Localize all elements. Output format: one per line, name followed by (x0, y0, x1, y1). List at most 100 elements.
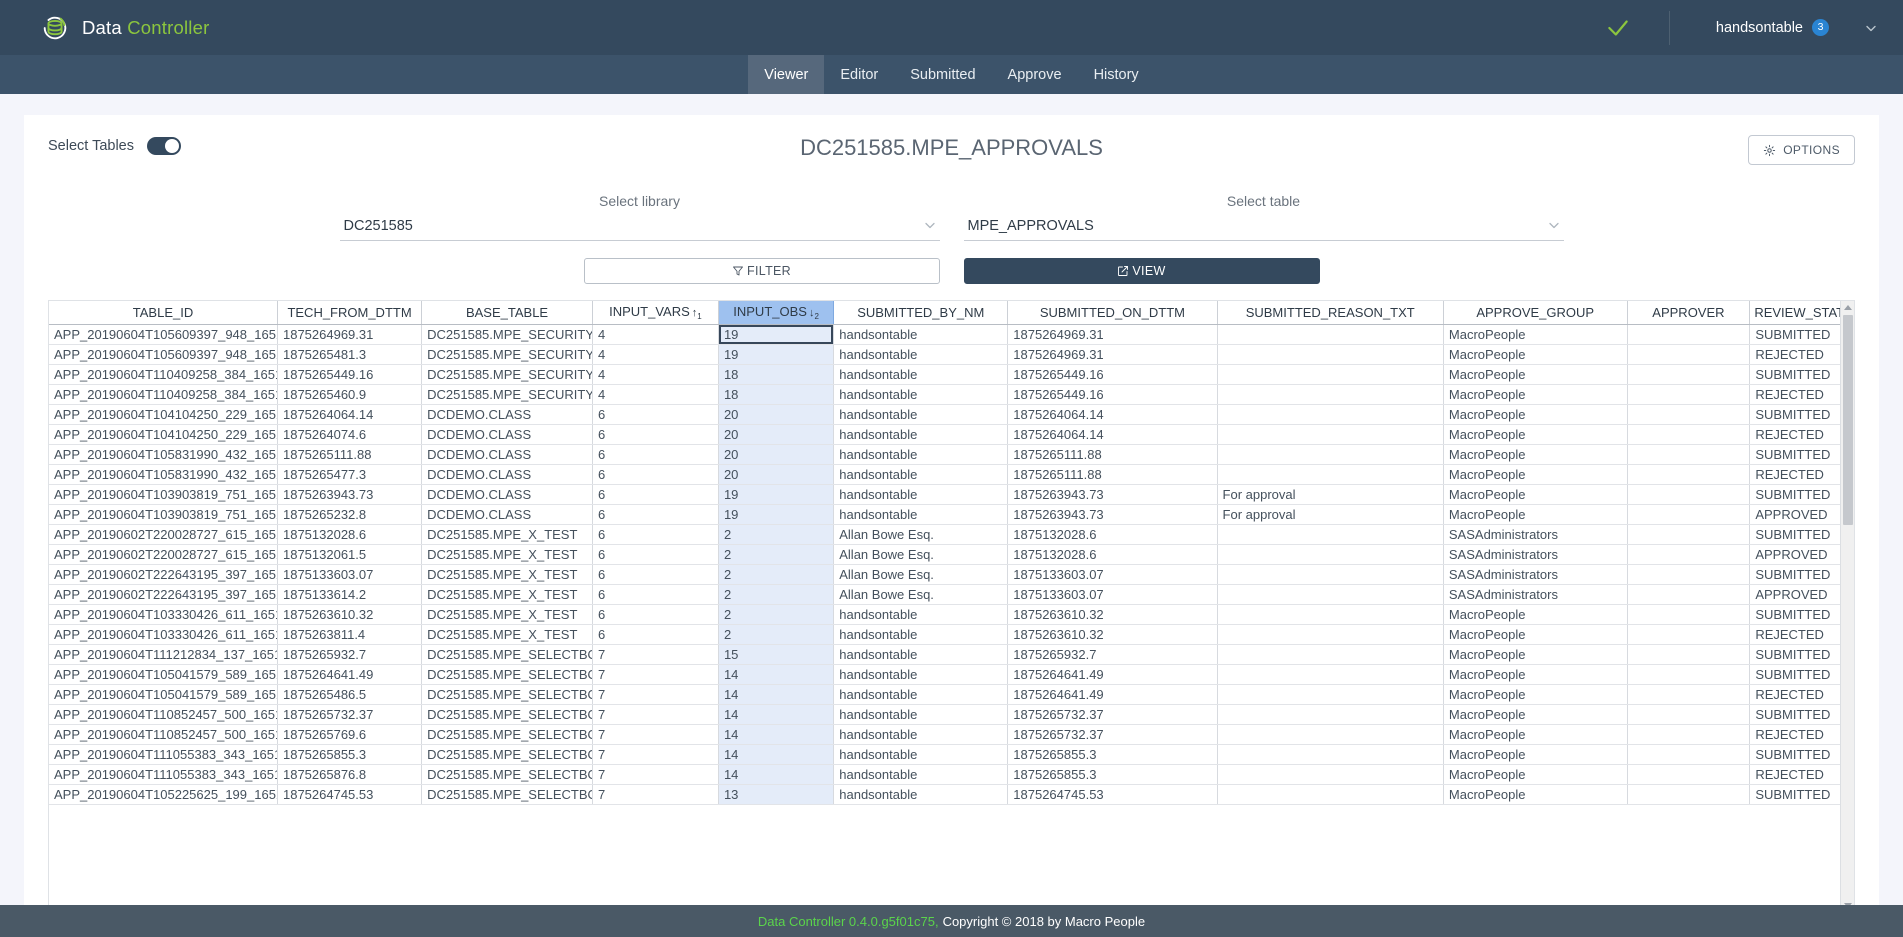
table-cell[interactable]: handsontable (833, 384, 1009, 405)
table-cell[interactable]: 2 (718, 604, 835, 625)
table-cell[interactable] (1627, 344, 1751, 365)
table-cell[interactable]: APP_20190604T103903819_751_1651 (49, 504, 278, 525)
table-cell[interactable]: MacroPeople (1443, 324, 1628, 345)
table-cell[interactable]: 14 (718, 684, 835, 705)
table-cell[interactable]: MacroPeople (1443, 424, 1628, 445)
table-cell[interactable]: handsontable (833, 604, 1009, 625)
table-cell[interactable]: 1875265732.37 (1007, 724, 1218, 745)
table-cell[interactable]: APP_20190602T222643195_397_1651 (49, 584, 278, 605)
table-cell[interactable] (1627, 364, 1751, 385)
table-cell[interactable]: 6 (592, 404, 719, 425)
table-cell[interactable]: MacroPeople (1443, 684, 1628, 705)
table-cell[interactable]: APP_20190604T105225625_199_1651 (49, 784, 278, 805)
table-row[interactable]: APP_20190602T220028727_615_1651 187513202… (49, 524, 1854, 545)
table-cell[interactable]: MacroPeople (1443, 644, 1628, 665)
table-cell[interactable] (1217, 384, 1444, 405)
select-tables-toggle[interactable] (146, 137, 181, 155)
table-row[interactable]: APP_20190604T105041579_589_1651 187526548… (49, 684, 1854, 705)
table-cell[interactable]: 18 (718, 384, 835, 405)
table-cell[interactable]: 1875264641.49 (1007, 684, 1218, 705)
table-row[interactable]: APP_20190604T105609397_948_1651 187526548… (49, 344, 1854, 365)
table-cell[interactable]: 19 (718, 504, 835, 525)
tab-viewer[interactable]: Viewer (748, 55, 825, 94)
table-cell[interactable]: handsontable (833, 744, 1009, 765)
table-cell[interactable] (1627, 724, 1751, 745)
table-cell[interactable]: APP_20190604T103330426_611_1651 (49, 604, 278, 625)
table-cell[interactable] (1627, 744, 1751, 765)
chevron-down-icon[interactable] (1829, 22, 1877, 34)
table-cell[interactable]: 2 (718, 624, 835, 645)
grid-column-header[interactable]: INPUT_OBS ↓2 (718, 301, 835, 325)
table-cell[interactable]: 14 (718, 724, 835, 745)
grid-column-header[interactable]: BASE_TABLE (421, 301, 593, 325)
table-cell[interactable]: 6 (592, 444, 719, 465)
table-cell[interactable] (1217, 464, 1444, 485)
table-cell[interactable]: APP_20190604T103330426_611_1651 (49, 624, 278, 645)
table-cell[interactable]: SASAdministrators (1443, 524, 1628, 545)
table-cell[interactable]: MacroPeople (1443, 504, 1628, 525)
table-cell[interactable]: handsontable (833, 644, 1009, 665)
table-cell[interactable]: APP_20190604T103903819_751_1651 (49, 484, 278, 505)
table-cell[interactable] (1217, 424, 1444, 445)
select-tables-control[interactable]: Select Tables (48, 137, 181, 155)
table-cell[interactable]: APP_20190604T110409258_384_1651 (49, 364, 278, 385)
table-row[interactable]: APP_20190604T110409258_384_1651 187526546… (49, 384, 1854, 405)
table-cell[interactable]: 7 (592, 644, 719, 665)
table-cell[interactable] (1627, 784, 1751, 805)
tab-submitted[interactable]: Submitted (894, 55, 991, 94)
table-cell[interactable]: DCDEMO.CLASS (421, 464, 593, 485)
table-cell[interactable] (1627, 384, 1751, 405)
table-row[interactable]: APP_20190602T222643195_397_1651 187513361… (49, 584, 1854, 605)
table-cell[interactable]: handsontable (833, 764, 1009, 785)
table-cell[interactable]: handsontable (833, 424, 1009, 445)
table-cell[interactable]: 1875265732.37 (277, 704, 423, 725)
table-cell[interactable]: 1875265460.9 (277, 384, 423, 405)
table-cell[interactable]: MacroPeople (1443, 364, 1628, 385)
table-row[interactable]: APP_20190604T104104250_229_1651 187526406… (49, 404, 1854, 425)
table-row[interactable]: APP_20190604T105609397_948_1651 187526496… (49, 324, 1854, 345)
table-cell[interactable]: APP_20190604T105609397_948_1651 (49, 344, 278, 365)
table-cell[interactable]: Allan Bowe Esq. (833, 544, 1009, 565)
table-cell[interactable]: 1875265932.7 (1007, 644, 1218, 665)
table-cell[interactable]: MacroPeople (1443, 464, 1628, 485)
table-cell[interactable]: 6 (592, 584, 719, 605)
tab-history[interactable]: History (1078, 55, 1155, 94)
table-cell[interactable] (1627, 544, 1751, 565)
table-cell[interactable]: DC251585.MPE_SELECTBOX (421, 744, 593, 765)
table-cell[interactable]: DC251585.MPE_SELECTBOX (421, 704, 593, 725)
table-row[interactable]: APP_20190604T111212834_137_1651 187526593… (49, 644, 1854, 665)
table-cell[interactable]: 2 (718, 544, 835, 565)
table-row[interactable]: APP_20190604T111055383_343_1651 187526585… (49, 744, 1854, 765)
table-cell[interactable] (1217, 704, 1444, 725)
table-cell[interactable]: DCDEMO.CLASS (421, 444, 593, 465)
table-row[interactable]: APP_20190604T103903819_751_1651 187526394… (49, 484, 1854, 505)
table-cell[interactable]: MacroPeople (1443, 384, 1628, 405)
table-cell[interactable]: APP_20190604T110852457_500_1651 (49, 704, 278, 725)
grid-column-header[interactable]: APPROVER (1627, 301, 1751, 325)
table-cell[interactable]: DC251585.MPE_SELECTBOX (421, 724, 593, 745)
table-cell[interactable]: 1875265111.88 (1007, 464, 1218, 485)
table-cell[interactable]: 1875263610.32 (277, 604, 423, 625)
table-cell[interactable] (1217, 784, 1444, 805)
scrollbar-thumb[interactable] (1843, 315, 1853, 525)
table-row[interactable]: APP_20190604T105225625_199_1651 187526474… (49, 784, 1854, 805)
table-cell[interactable]: 6 (592, 564, 719, 585)
table-cell[interactable]: SASAdministrators (1443, 544, 1628, 565)
table-cell[interactable]: 1875132028.6 (1007, 524, 1218, 545)
table-cell[interactable]: MacroPeople (1443, 724, 1628, 745)
table-cell[interactable]: 6 (592, 524, 719, 545)
table-cell[interactable]: handsontable (833, 624, 1009, 645)
table-cell[interactable]: APP_20190604T104104250_229_1651 (49, 404, 278, 425)
table-cell[interactable]: APP_20190604T105609397_948_1651 (49, 324, 278, 345)
table-cell[interactable]: APP_20190604T105831990_432_1651 (49, 444, 278, 465)
table-cell[interactable]: MacroPeople (1443, 344, 1628, 365)
table-cell[interactable]: 1875132061.5 (277, 544, 423, 565)
tab-editor[interactable]: Editor (824, 55, 894, 94)
table-cell[interactable] (1217, 724, 1444, 745)
table-cell[interactable]: 7 (592, 704, 719, 725)
table-cell[interactable]: DC251585.MPE_SECURITY (421, 324, 593, 345)
table-cell[interactable]: 1875263811.4 (277, 624, 423, 645)
table-cell[interactable]: Allan Bowe Esq. (833, 524, 1009, 545)
table-row[interactable]: APP_20190604T110852457_500_1651 187526576… (49, 724, 1854, 745)
table-cell[interactable]: 1875264969.31 (1007, 344, 1218, 365)
